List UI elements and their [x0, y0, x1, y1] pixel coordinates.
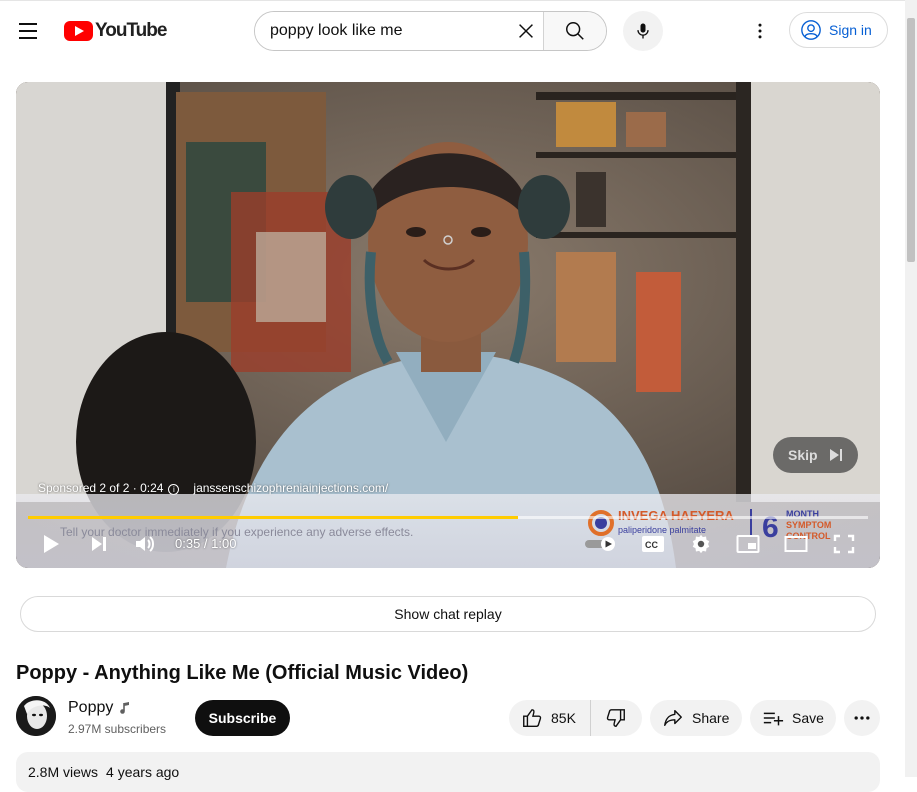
save-button[interactable]: Save [750, 700, 836, 736]
volume-icon [136, 536, 154, 552]
sign-in-button[interactable]: Sign in [789, 12, 888, 48]
fullscreen-button[interactable] [831, 532, 857, 556]
volume-button[interactable] [132, 532, 158, 556]
search-icon [566, 22, 584, 40]
video-player[interactable]: Sponsored 2 of 2 · 0:24 i janssenschizoph… [16, 82, 880, 568]
channel-name: Poppy [68, 699, 114, 716]
clear-icon[interactable] [515, 20, 537, 42]
youtube-logo[interactable]: YouTube [64, 20, 167, 42]
cc-icon: CC [642, 536, 664, 552]
search-button[interactable] [543, 12, 606, 50]
save-label: Save [792, 710, 824, 726]
time-display: 0:35 / 1:00 [175, 536, 237, 551]
playlist-add-icon [763, 712, 784, 726]
theater-mode-button[interactable] [783, 532, 809, 556]
ad-disclaimer: Tell your doctor immediately if you expe… [60, 525, 414, 539]
next-icon [92, 537, 106, 551]
more-horiz-icon [854, 716, 870, 720]
more-actions-button[interactable] [844, 700, 880, 736]
subscriber-count: 2.97M subscribers [68, 722, 167, 736]
share-button[interactable]: Share [650, 700, 742, 736]
channel-avatar-image [16, 696, 56, 736]
youtube-logo-icon [64, 21, 93, 41]
subscribe-label: Subscribe [208, 710, 277, 726]
autoplay-icon [585, 537, 615, 551]
mic-icon [637, 23, 649, 39]
fullscreen-icon [833, 534, 855, 554]
progress-bar[interactable] [28, 516, 868, 519]
upload-age: 4 years ago [106, 764, 180, 780]
svg-text:CC: CC [645, 540, 658, 550]
play-icon [44, 535, 59, 553]
menu-icon[interactable] [12, 15, 44, 47]
settings-button[interactable] [688, 532, 714, 556]
show-chat-replay-button[interactable]: Show chat replay [20, 596, 876, 632]
next-button[interactable] [86, 532, 112, 556]
progress-fill [28, 516, 518, 519]
settings-icon [692, 534, 710, 554]
skip-label: Skip [788, 447, 818, 463]
autoplay-toggle[interactable] [584, 532, 618, 556]
logo-text: YouTube [95, 20, 167, 41]
share-label: Share [692, 710, 730, 726]
search-box: poppy look like me [254, 11, 607, 51]
avatar[interactable] [16, 696, 56, 736]
dislike-button[interactable] [591, 700, 641, 736]
view-count: 2.8M views [28, 764, 99, 780]
brand-tagline-2: SYMPTOM [786, 520, 831, 530]
page-scrollbar[interactable] [905, 0, 917, 777]
thumb-down-icon [606, 709, 625, 727]
thumb-up-icon [523, 709, 542, 727]
search-input[interactable]: poppy look like me [255, 12, 544, 50]
ad-info: Sponsored 2 of 2 · 0:24 i janssenschizoph… [38, 481, 388, 495]
user-circle-icon [801, 20, 821, 40]
cc-button[interactable]: CC [640, 532, 666, 556]
ad-status-text: Sponsored 2 of 2 · 0:24 [38, 481, 164, 495]
ad-status: Sponsored 2 of 2 · 0:24 i [38, 481, 180, 495]
ad-url[interactable]: janssenschizophreniainjections.com/ [193, 481, 388, 495]
description-box[interactable]: 2.8M views 4 years ago [16, 752, 880, 792]
miniplayer-button[interactable] [735, 532, 761, 556]
share-icon [664, 709, 682, 727]
voice-search-button[interactable] [623, 11, 663, 51]
scrollbar-thumb[interactable] [907, 18, 915, 262]
skip-icon [829, 449, 842, 461]
search-query: poppy look like me [270, 22, 403, 39]
like-count: 85K [551, 710, 576, 726]
top-bar: YouTube poppy look like me Sign in [0, 0, 905, 60]
music-note-icon [120, 702, 130, 714]
like-button[interactable]: 85K [509, 700, 591, 736]
more-vert-icon[interactable] [744, 15, 776, 47]
miniplayer-icon [736, 535, 760, 553]
theater-icon [784, 536, 808, 552]
subscribe-button[interactable]: Subscribe [195, 700, 290, 736]
skip-ad-button[interactable]: Skip [773, 437, 858, 473]
sign-in-label: Sign in [829, 22, 872, 38]
chat-replay-label: Show chat replay [394, 606, 502, 622]
like-dislike-group: 85K [509, 700, 642, 736]
channel-name-link[interactable]: Poppy [68, 699, 131, 717]
play-button[interactable] [38, 532, 64, 556]
video-title: Poppy - Anything Like Me (Official Music… [16, 662, 469, 684]
